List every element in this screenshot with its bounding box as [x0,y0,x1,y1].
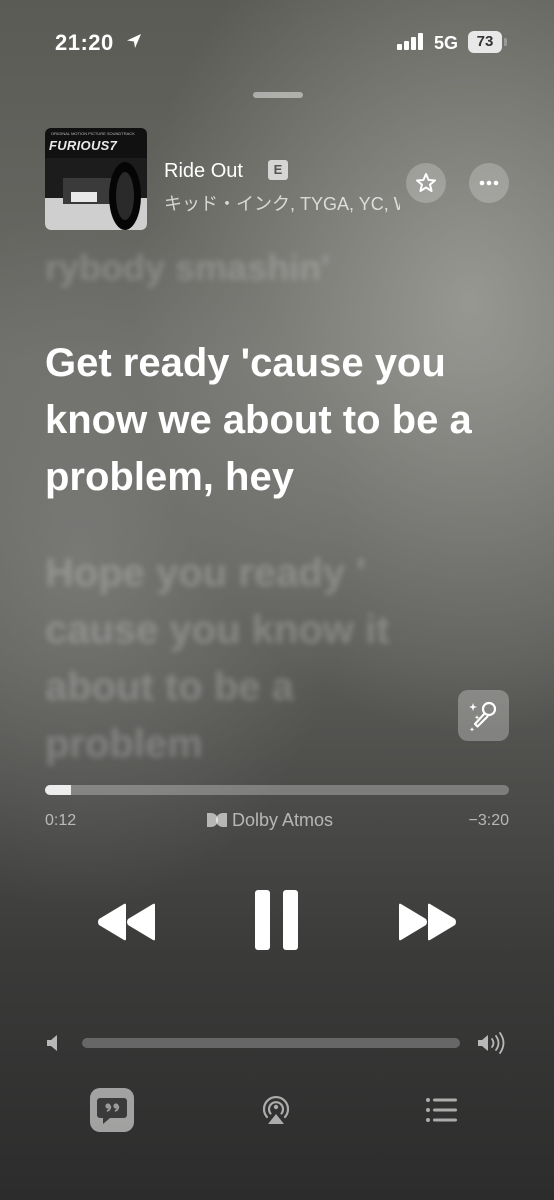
sheet-grabber[interactable] [253,92,303,98]
audio-format-label: Dolby Atmos [206,810,333,831]
more-button[interactable] [469,163,509,203]
network-type: 5G [434,33,459,53]
pause-button[interactable] [252,888,302,952]
cellular-signal-icon [397,33,423,50]
current-lyric-line[interactable]: Get ready 'cause you know we about to be… [45,335,515,506]
pause-icon [255,890,298,950]
song-title: Ride Out [164,160,243,182]
elapsed-time: 0:12 [45,812,77,829]
playback-progress-fill [45,785,72,795]
quote-bubble-icon [97,1098,127,1124]
artwork-car-image [45,158,147,230]
playback-scrubber[interactable] [45,785,509,795]
battery-level: 73 [468,31,502,53]
volume-low-icon [47,1035,57,1051]
artist-name[interactable]: キッド・インク, TYGA, YC, WALE, RICH HOMIE QUAN [164,190,400,216]
volume-slider[interactable] [82,1038,460,1048]
lyrics-button[interactable] [90,1088,134,1132]
remaining-time: −3:20 [468,812,509,829]
volume-high-icon [478,1032,505,1054]
rewind-icon [98,903,155,941]
favorite-button[interactable] [406,163,446,203]
artwork-title: FURIOUS7 [49,138,118,153]
dolby-icon [207,813,227,827]
queue-button[interactable] [424,1095,460,1125]
ellipsis-icon [479,180,499,186]
album-artwork[interactable]: ORIGINAL MOTION PICTURE SOUNDTRACK FURIO… [45,128,147,230]
battery-indicator: 73 [468,31,508,53]
airplay-button[interactable] [258,1092,294,1128]
microphone-sparkle-icon [469,701,497,732]
star-icon [416,173,436,192]
status-time: 21:20 [55,30,114,55]
explicit-badge: E [268,160,288,180]
fast-forward-button[interactable] [396,897,458,947]
airplay-icon [262,1095,290,1124]
rewind-button[interactable] [96,897,158,947]
list-icon [426,1098,457,1122]
previous-lyric-line[interactable]: rybody smashin' [45,247,425,289]
fast-forward-icon [399,903,456,941]
next-lyric-line[interactable]: Hope you ready ' cause you know it about… [45,545,435,773]
audio-format-text: Dolby Atmos [232,810,334,830]
artwork-subtitle: ORIGINAL MOTION PICTURE SOUNDTRACK [51,131,135,136]
location-arrow-icon [127,34,141,48]
sing-button[interactable] [458,690,509,741]
